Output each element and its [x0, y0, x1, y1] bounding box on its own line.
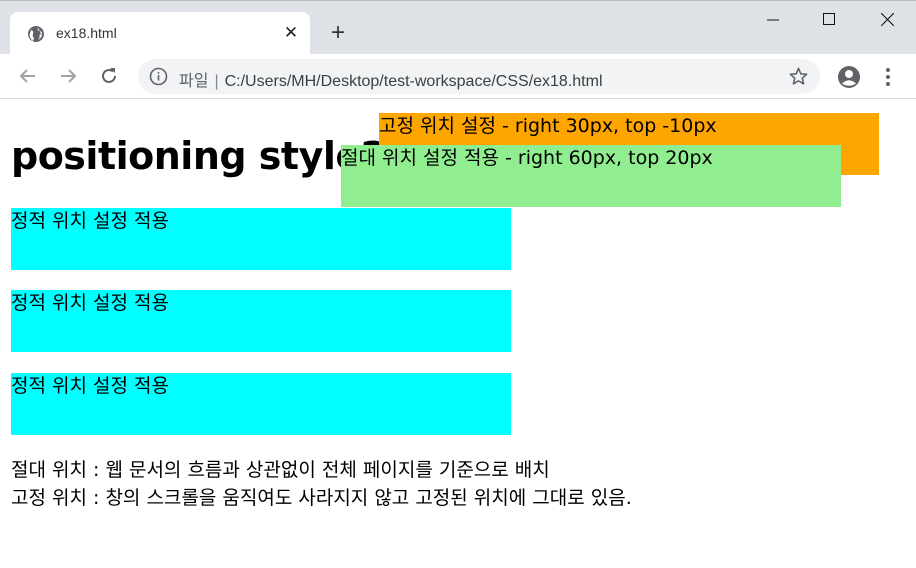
maximize-button[interactable]: [800, 1, 858, 39]
forward-button[interactable]: [56, 64, 80, 88]
back-button[interactable]: [16, 64, 40, 88]
info-icon[interactable]: [149, 67, 168, 86]
tab-title: ex18.html: [56, 25, 117, 41]
arrow-right-icon: [61, 69, 77, 83]
static-box: 정적 위치 설정 적용: [11, 208, 511, 270]
note-fixed: 고정 위치 : 창의 스크롤을 움직여도 사라지지 않고 고정된 위치에 그대로…: [11, 487, 632, 509]
page-heading: positioning style2: [11, 134, 387, 178]
tab-close-icon[interactable]: ✕: [281, 23, 301, 43]
minimize-icon: [767, 19, 779, 21]
static-box: 정적 위치 설정 적용: [11, 290, 511, 352]
account-circle-icon[interactable]: [837, 65, 861, 89]
reload-icon: [102, 68, 116, 83]
close-icon: [881, 13, 894, 26]
static-box: 정적 위치 설정 적용: [11, 373, 511, 435]
close-window-button[interactable]: [858, 1, 916, 39]
page-viewport: positioning style2 정적 위치 설정 적용 정적 위치 설정 …: [0, 100, 916, 568]
absolute-position-box: 절대 위치 설정 적용 - right 60px, top 20px: [341, 145, 841, 207]
more-vert-icon[interactable]: [880, 66, 896, 88]
file-scheme-label: 파일: [179, 73, 209, 90]
title-bar: ex18.html ✕ +: [0, 0, 916, 55]
reload-button[interactable]: [97, 64, 121, 88]
note-absolute: 절대 위치 : 웹 문서의 흐름과 상관없이 전체 페이지를 기준으로 배치: [11, 459, 550, 481]
minimize-button[interactable]: [744, 1, 802, 39]
address-separator: |: [214, 73, 219, 90]
star-icon[interactable]: [788, 66, 809, 87]
arrow-left-icon: [19, 69, 35, 83]
globe-icon: [27, 25, 45, 43]
new-tab-button[interactable]: +: [326, 21, 350, 45]
address-text: 파일 | C:/Users/MH/Desktop/test-workspace/CS…: [179, 67, 603, 91]
maximize-icon: [823, 13, 835, 25]
url-text: C:/Users/MH/Desktop/test-workspace/CSS/e…: [224, 73, 603, 90]
address-bar[interactable]: 파일 | C:/Users/MH/Desktop/test-workspace/CS…: [138, 59, 820, 94]
browser-tab[interactable]: ex18.html ✕: [10, 12, 310, 55]
browser-toolbar: 파일 | C:/Users/MH/Desktop/test-workspace/CS…: [0, 54, 916, 99]
